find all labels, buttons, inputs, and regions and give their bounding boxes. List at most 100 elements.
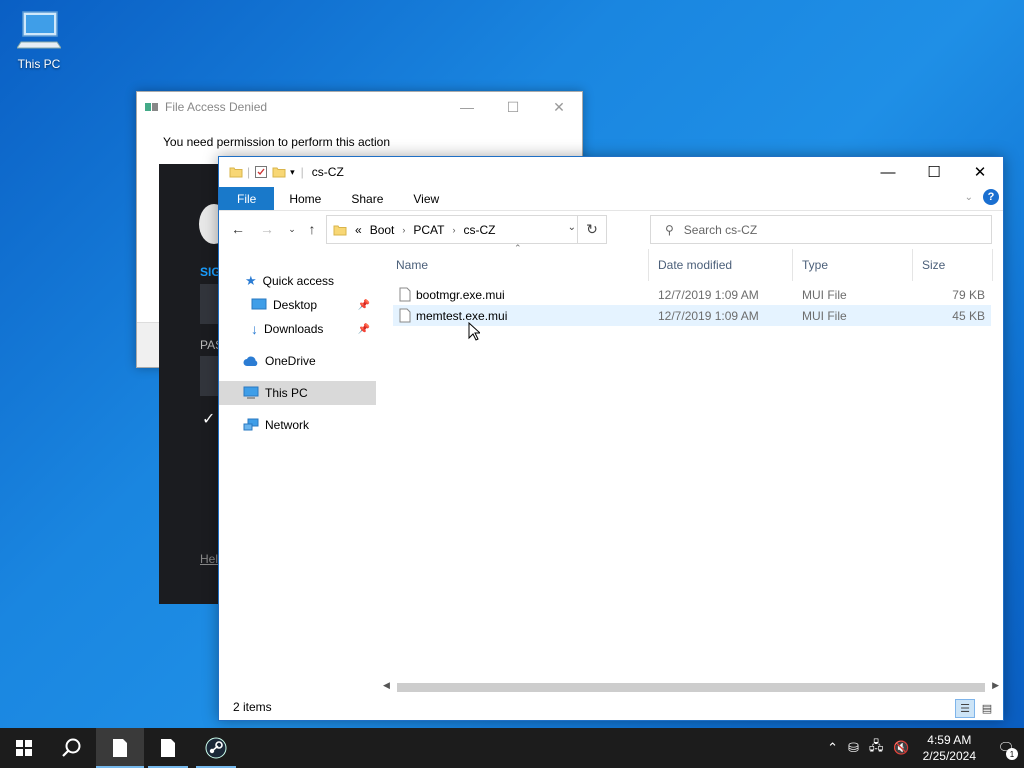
dialog-window-controls: — ☐ ✕ <box>444 92 582 122</box>
table-row[interactable]: bootmgr.exe.mui 12/7/2019 1:09 AM MUI Fi… <box>393 284 991 305</box>
sidebar-item-quick-access[interactable]: ★ Quick access <box>219 269 376 293</box>
pin-icon[interactable]: 📌 <box>358 324 370 335</box>
breadcrumb-cs-cz[interactable]: cs-CZ <box>464 223 496 237</box>
refresh-icon[interactable]: ↻ <box>577 216 606 243</box>
sidebar-item-downloads[interactable]: ↓ Downloads 📌 <box>219 317 376 341</box>
view-toggle: ☰ ▤ <box>955 699 997 718</box>
address-dropdown-icon[interactable]: ⌄ <box>568 222 576 233</box>
taskbar-explorer-button[interactable] <box>96 728 144 768</box>
back-arrow-icon[interactable]: ← <box>228 219 248 239</box>
status-item-count: 2 items <box>233 700 272 714</box>
search-button[interactable] <box>48 728 96 768</box>
sidebar-item-label: OneDrive <box>265 354 316 368</box>
title-divider: | <box>300 165 304 179</box>
steam-icon <box>205 737 227 759</box>
up-arrow-icon[interactable]: ↑ <box>302 219 322 239</box>
sidebar-item-label: This PC <box>265 386 308 400</box>
address-bar[interactable]: « Boot › PCAT › cs-CZ ⌄ ↻ <box>326 215 607 244</box>
close-icon[interactable]: ✕ <box>536 92 582 122</box>
steam-login-window: SIG PAS ✓ Hel <box>159 164 230 604</box>
new-folder-icon[interactable] <box>272 165 286 179</box>
scrollbar-thumb[interactable] <box>397 683 985 692</box>
sidebar-item-label: Desktop <box>273 298 318 312</box>
sidebar-item-desktop[interactable]: Desktop 📌 <box>219 293 376 317</box>
network-icon[interactable]: 🖧 <box>869 737 884 759</box>
breadcrumb-overflow[interactable]: « <box>355 223 362 237</box>
sidebar-item-label: Quick access <box>262 274 335 288</box>
system-tray: ⌃ ⛁ 🖧 🔇 4:59 AM 2/25/2024 🗨 1 <box>822 728 1024 768</box>
window-title: cs-CZ <box>311 165 344 179</box>
recent-locations-chevron-icon[interactable]: ⌄ <box>282 219 302 239</box>
breadcrumb-separator-icon[interactable]: › <box>402 225 405 235</box>
minimize-icon[interactable]: — <box>444 92 490 122</box>
pin-icon[interactable]: 📌 <box>358 300 370 311</box>
desktop-icon-this-pc[interactable]: This PC <box>10 8 68 71</box>
file-size: 79 KB <box>952 287 985 302</box>
details-view-icon[interactable]: ☰ <box>955 699 975 718</box>
properties-icon[interactable] <box>254 165 268 179</box>
search-icon <box>62 738 81 757</box>
taskbar-steam-button[interactable] <box>192 728 240 768</box>
network-icon <box>243 418 259 431</box>
breadcrumb-separator-icon[interactable]: › <box>453 225 456 235</box>
minimize-icon[interactable]: — <box>865 157 911 187</box>
expand-ribbon-icon[interactable]: ⌄ <box>965 192 973 203</box>
desktop-icon <box>251 298 267 310</box>
column-header-name[interactable]: Name <box>387 249 649 281</box>
volume-muted-icon[interactable]: 🔇 <box>893 740 909 756</box>
sidebar-item-this-pc[interactable]: This PC <box>219 381 376 405</box>
sidebar-item-onedrive[interactable]: OneDrive <box>219 349 376 373</box>
file-name: bootmgr.exe.mui <box>416 287 505 302</box>
dialog-title: File Access Denied <box>165 100 268 114</box>
tab-view[interactable]: View <box>398 187 454 210</box>
breadcrumb-pcat[interactable]: PCAT <box>413 223 444 237</box>
file-size: 45 KB <box>952 308 985 323</box>
clock-date: 2/25/2024 <box>922 749 976 763</box>
file-move-icon <box>145 103 158 111</box>
taskbar: ⌃ ⛁ 🖧 🔇 4:59 AM 2/25/2024 🗨 1 <box>0 728 1024 768</box>
computer-icon <box>243 386 259 399</box>
forward-arrow-icon[interactable]: → <box>257 219 277 239</box>
maximize-icon[interactable]: ☐ <box>911 157 957 187</box>
chevron-up-icon[interactable]: ⌃ <box>827 740 838 756</box>
horizontal-scrollbar[interactable]: ◀ ▶ <box>381 680 1001 694</box>
download-arrow-icon: ↓ <box>251 321 258 337</box>
tab-share[interactable]: Share <box>336 187 398 210</box>
column-header-date-modified[interactable]: Date modified <box>649 249 793 281</box>
close-icon[interactable]: ✕ <box>957 157 1003 187</box>
large-icons-view-icon[interactable]: ▤ <box>977 699 997 718</box>
taskbar-document-button[interactable] <box>144 728 192 768</box>
file-explorer-window: | ▾ | cs-CZ — ☐ ✕ File Home Share View ⌄… <box>218 156 1004 721</box>
security-icon[interactable]: ⛁ <box>848 740 859 756</box>
file-type: MUI File <box>802 287 847 302</box>
explorer-titlebar: | ▾ | cs-CZ — ☐ ✕ <box>219 157 1003 187</box>
table-row[interactable]: memtest.exe.mui 12/7/2019 1:09 AM MUI Fi… <box>393 305 991 326</box>
help-icon[interactable]: ? <box>983 189 999 205</box>
sidebar-item-network[interactable]: Network <box>219 413 376 437</box>
steam-remember-checkbox[interactable]: ✓ <box>202 409 215 429</box>
document-icon <box>161 739 175 757</box>
file-name: memtest.exe.mui <box>416 308 508 323</box>
file-date: 12/7/2019 1:09 AM <box>658 308 759 323</box>
sidebar-item-label: Network <box>265 418 310 432</box>
column-header-type[interactable]: Type <box>793 249 913 281</box>
customize-toolbar-icon[interactable]: ▾ <box>290 167 295 178</box>
search-input[interactable]: Search cs-CZ <box>684 223 757 237</box>
scroll-left-icon[interactable]: ◀ <box>383 680 390 691</box>
notification-center-button[interactable]: 🗨 1 <box>988 728 1024 768</box>
navigation-bar: ← → ⌄ ↑ « Boot › PCAT › cs-CZ ⌄ ↻ ⚲ Sear… <box>219 211 1003 249</box>
column-header-size[interactable]: Size <box>913 249 993 281</box>
maximize-icon[interactable]: ☐ <box>490 92 536 122</box>
folder-icon <box>229 167 243 178</box>
tab-home[interactable]: Home <box>274 187 336 210</box>
breadcrumb-boot[interactable]: Boot <box>370 223 395 237</box>
star-icon: ★ <box>245 273 257 288</box>
clock[interactable]: 4:59 AM 2/25/2024 <box>923 732 976 764</box>
scroll-right-icon[interactable]: ▶ <box>992 680 999 691</box>
search-box[interactable]: ⚲ Search cs-CZ <box>650 215 992 244</box>
start-button[interactable] <box>0 728 48 768</box>
steam-help-link[interactable]: Hel <box>200 552 218 566</box>
notification-count-badge: 1 <box>1006 748 1018 760</box>
navigation-pane: ★ Quick access Desktop 📌 ↓ Downloads 📌 O… <box>219 269 376 669</box>
tab-file[interactable]: File <box>219 187 275 210</box>
